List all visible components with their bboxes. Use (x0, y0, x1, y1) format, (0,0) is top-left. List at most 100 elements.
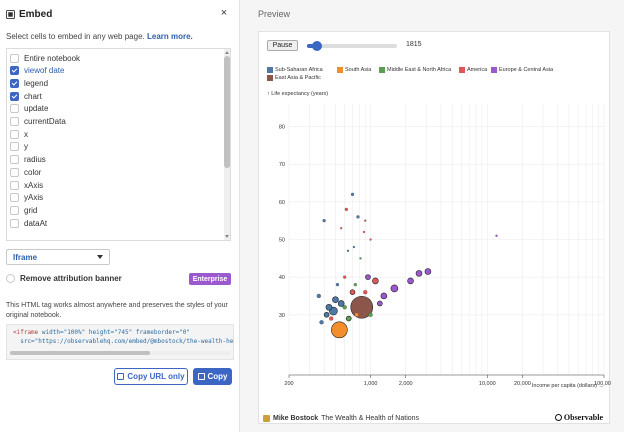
data-point (342, 305, 347, 310)
cell-label: legend (24, 78, 49, 88)
cell-item[interactable]: xAxis (10, 179, 43, 191)
data-point (353, 283, 357, 287)
data-point (349, 289, 356, 295)
cell-label: dataAt (24, 218, 48, 228)
data-point (380, 292, 388, 300)
intro-label: Select cells to embed in any web page. (6, 32, 145, 41)
cell-label: update (24, 104, 49, 114)
data-point (365, 274, 371, 280)
learn-more-link[interactable]: Learn more. (147, 32, 193, 41)
cell-checkbox[interactable] (10, 91, 19, 101)
enterprise-badge[interactable]: Enterprise (189, 273, 231, 285)
avatar (263, 414, 270, 422)
embed-format-select[interactable]: Iframe (6, 249, 110, 265)
y-tick-label: 30 (279, 313, 285, 319)
data-point (390, 284, 399, 293)
x-tick-label: 1,000 (364, 381, 378, 387)
cell-list-scrollbar[interactable] (224, 49, 230, 240)
y-tick-label: 80 (279, 125, 285, 131)
cell-checkbox[interactable] (10, 53, 19, 63)
cell-item[interactable]: x (10, 128, 28, 140)
embed-header: Embed (6, 9, 52, 20)
embed-panel: Embed × Select cells to embed in any web… (0, 0, 240, 432)
scroll-up-icon[interactable] (225, 51, 229, 54)
data-point (368, 312, 373, 317)
data-point (495, 234, 498, 237)
cell-item[interactable]: yAxis (10, 192, 43, 204)
cell-label: viewof date (24, 66, 65, 76)
remove-attribution-toggle[interactable]: Remove attribution banner (6, 274, 122, 283)
cell-item[interactable]: legend (10, 77, 48, 89)
copy-url-button[interactable]: Copy URL only (114, 368, 188, 385)
data-point (325, 303, 333, 311)
scatter-chart: 304050607080200 1,000 2,000 10,000 20,000 100… (267, 91, 611, 389)
data-point (332, 296, 339, 304)
remove-attribution-radio[interactable] (6, 274, 15, 283)
cell-checkbox[interactable] (10, 167, 19, 177)
cell-checkbox[interactable] (10, 66, 19, 76)
code-scrollbar-thumb[interactable] (10, 351, 150, 355)
cell-checkbox[interactable] (10, 193, 19, 203)
remove-attribution-label: Remove attribution banner (20, 274, 122, 283)
cell-item[interactable]: color (10, 166, 41, 178)
data-point (319, 320, 324, 325)
x-tick-label: 2,000 (399, 381, 413, 387)
cell-checkbox[interactable] (10, 155, 19, 165)
cell-label: y (24, 142, 28, 152)
cell-label: Entire notebook (24, 53, 81, 63)
cell-checkbox[interactable] (10, 142, 19, 152)
data-point (352, 245, 356, 249)
cell-item[interactable]: grid (10, 204, 37, 216)
observable-icon (554, 414, 562, 421)
copy-button[interactable]: Copy (193, 368, 232, 385)
x-axis-label: Income per capita (dollars) → (532, 383, 604, 389)
cell-checkbox[interactable] (10, 78, 19, 88)
cell-item[interactable]: radius (10, 154, 46, 166)
cell-checkbox[interactable] (10, 205, 19, 215)
x-tick-label: 10,000 (479, 381, 496, 387)
scrollbar-thumb[interactable] (224, 56, 230, 168)
y-tick-label: 50 (279, 238, 285, 244)
y-tick-label: 60 (279, 200, 285, 206)
data-point (340, 227, 343, 230)
preview-label: Preview (258, 9, 291, 19)
data-point (363, 290, 368, 295)
close-icon[interactable]: × (218, 7, 230, 19)
cell-item[interactable]: currentData (10, 116, 66, 128)
cell-list[interactable]: Entire notebook viewof date legend chart upd… (6, 48, 231, 241)
data-point (424, 268, 432, 275)
observable-logo[interactable]: Observable (554, 413, 603, 422)
data-point (345, 315, 352, 322)
data-point (323, 311, 330, 318)
footer-author[interactable]: Mike Bostock (273, 415, 318, 422)
cell-checkbox[interactable] (10, 104, 19, 114)
code-horizontal-scrollbar[interactable] (10, 351, 230, 355)
data-point (331, 321, 348, 339)
cell-label: color (24, 167, 42, 177)
scroll-down-icon[interactable] (225, 235, 229, 238)
cell-item[interactable]: Entire notebook (10, 52, 80, 64)
cell-checkbox[interactable] (10, 180, 19, 190)
copy-icon (197, 373, 205, 380)
cell-checkbox[interactable] (10, 129, 19, 139)
cell-checkbox[interactable] (10, 117, 19, 126)
cell-item[interactable]: y (10, 141, 28, 153)
copy-label: Copy (207, 372, 228, 381)
iframe-note: This HTML tag works almost anywhere and … (6, 302, 228, 319)
cell-label: chart (24, 91, 42, 101)
y-tick-label: 40 (279, 275, 285, 281)
cell-label: radius (24, 155, 46, 165)
cell-item[interactable]: chart (10, 90, 42, 102)
data-point (359, 257, 362, 260)
cell-item[interactable]: update (10, 103, 48, 115)
cell-item[interactable]: dataAt (10, 217, 47, 229)
cell-label: currentData (24, 117, 66, 126)
data-point (343, 275, 347, 279)
preview-frame: Pause 1815 Sub-Saharan Africa South Asia M… (258, 31, 611, 424)
cell-item[interactable]: viewof date (10, 65, 64, 77)
footer-title[interactable]: The Wealth & Health of Nations (321, 415, 419, 422)
data-point (377, 300, 383, 307)
cell-checkbox[interactable] (10, 218, 19, 228)
copy-url-label: Copy URL only (127, 372, 185, 381)
panel-title: Embed (19, 9, 53, 20)
